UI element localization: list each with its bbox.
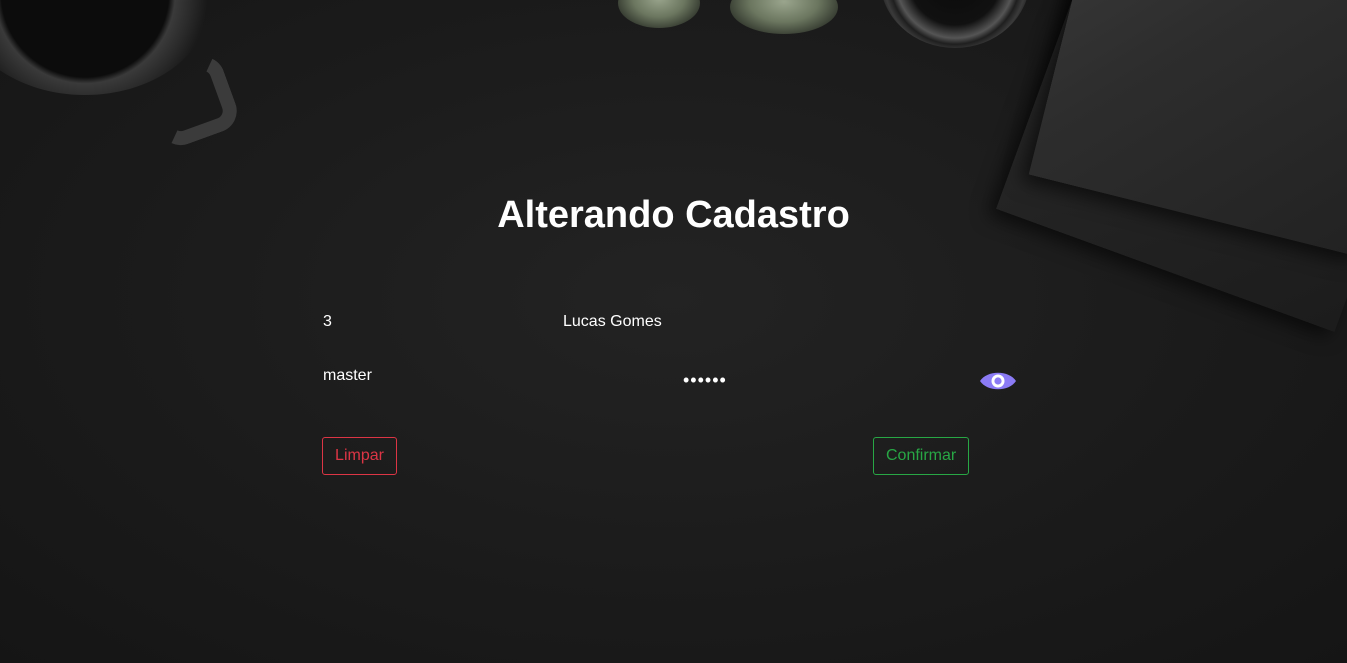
password-field[interactable] — [683, 368, 963, 392]
id-field[interactable] — [323, 310, 523, 334]
eye-icon — [980, 372, 1016, 390]
name-field[interactable] — [563, 310, 863, 334]
toggle-password-visibility-button[interactable] — [979, 367, 1017, 395]
confirm-button[interactable]: Confirmar — [873, 437, 969, 475]
clear-button[interactable]: Limpar — [322, 437, 397, 475]
page-title: Alterando Cadastro — [497, 194, 850, 236]
username-field[interactable] — [323, 364, 623, 388]
